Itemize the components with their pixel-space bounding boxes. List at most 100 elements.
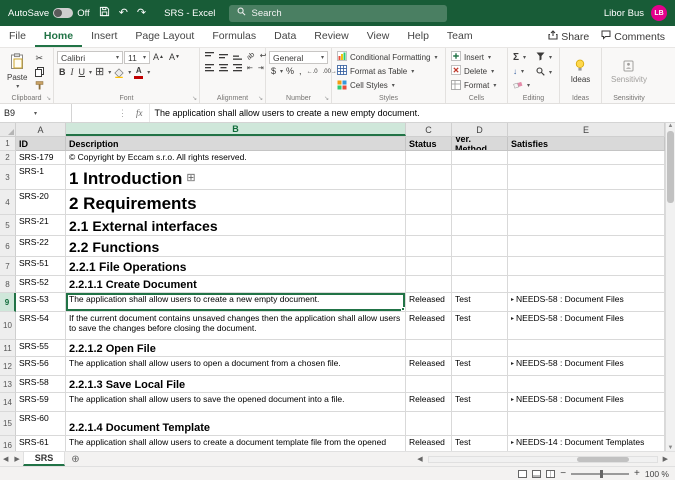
cell-description[interactable]: If the current document contains unsaved… (66, 312, 406, 340)
format-painter-icon[interactable] (33, 80, 46, 91)
avatar[interactable]: LB (651, 5, 667, 21)
number-dialog-launcher[interactable]: ↘ (324, 95, 329, 102)
underline-button[interactable]: U (77, 67, 88, 78)
tab-help[interactable]: Help (398, 26, 438, 47)
cell-ver-method[interactable]: Test (452, 357, 508, 376)
header-cell-C1[interactable]: Status (406, 137, 452, 151)
cell-ver-method[interactable] (452, 412, 508, 436)
font-name-select[interactable]: Calibri▾ (57, 51, 123, 64)
cell-ver-method[interactable] (452, 257, 508, 276)
header-cell-E1[interactable]: Satisfies (508, 137, 665, 151)
expand-icon[interactable]: ▸ (511, 358, 514, 369)
cell-id[interactable]: SRS-54 (16, 312, 66, 340)
decrease-font-icon[interactable]: A▼ (167, 52, 182, 63)
cell-description[interactable]: 2.1 External interfaces (66, 215, 406, 236)
cell-ver-method[interactable] (452, 190, 508, 215)
cell-id[interactable]: SRS-61 (16, 436, 66, 451)
selected-cell[interactable]: The application shall allow users to cre… (66, 293, 406, 312)
save-icon[interactable] (99, 6, 110, 20)
cell-id[interactable]: SRS-58 (16, 376, 66, 393)
comments-button[interactable]: Comments (601, 30, 665, 43)
cell-description[interactable]: The application shall allow users to cre… (66, 436, 406, 451)
cell-id[interactable]: SRS-51 (16, 257, 66, 276)
delete-cells-button[interactable]: Delete▾ (449, 65, 504, 77)
autosave-switch[interactable] (53, 8, 73, 18)
cell-status[interactable] (406, 151, 452, 165)
find-select-button[interactable]: ▾ (534, 66, 554, 79)
autosave-toggle[interactable]: AutoSave Off (8, 8, 90, 19)
cell-description[interactable]: 1 Introduction⊞ (66, 165, 406, 190)
name-box[interactable]: B9 ▾ (0, 104, 72, 122)
align-center-icon[interactable] (217, 63, 230, 73)
sheet-nav-right-icon[interactable]: ▶ (11, 452, 22, 466)
search-input[interactable]: Search (229, 5, 447, 22)
align-middle-icon[interactable] (217, 51, 230, 61)
conditional-formatting-button[interactable]: Conditional Formatting▾ (335, 51, 442, 63)
insert-function-button[interactable]: fx (130, 104, 150, 122)
formula-input[interactable]: The application shall allow users to cre… (150, 104, 420, 122)
header-cell-A1[interactable]: ID (16, 137, 66, 151)
tab-insert[interactable]: Insert (82, 26, 126, 47)
row-header-1[interactable]: 1 (0, 137, 16, 151)
cell-status[interactable]: Released (406, 436, 452, 451)
cell-status[interactable] (406, 215, 452, 236)
cell-ver-method[interactable] (452, 165, 508, 190)
cell-id[interactable]: SRS-179 (16, 151, 66, 165)
insert-cells-button[interactable]: Insert▾ (449, 51, 504, 63)
sensitivity-button[interactable]: Sensitivity (607, 59, 651, 85)
cell-satisfies[interactable] (508, 257, 665, 276)
hscroll-right-icon[interactable]: ▶ (660, 455, 671, 463)
cell-ver-method[interactable]: Test (452, 312, 508, 340)
row-header-8[interactable]: 8 (0, 276, 16, 293)
decrease-indent-icon[interactable]: ⇤ (245, 64, 255, 73)
cell-status[interactable] (406, 236, 452, 257)
share-button[interactable]: Share (548, 30, 589, 43)
cell-satisfies[interactable] (508, 215, 665, 236)
row-header-15[interactable]: 15 (0, 412, 16, 436)
increase-decimal-icon[interactable]: ←.0 (305, 68, 320, 76)
alignment-dialog-launcher[interactable]: ↘ (258, 95, 263, 102)
cell-id[interactable]: SRS-21 (16, 215, 66, 236)
row-header-9[interactable]: 9 (0, 293, 16, 312)
tab-home[interactable]: Home (35, 26, 82, 47)
cell-description[interactable]: The application shall allow users to sav… (66, 393, 406, 412)
cell-id[interactable]: SRS-56 (16, 357, 66, 376)
cell-status[interactable]: Released (406, 312, 452, 340)
format-cells-button[interactable]: Format▾ (449, 80, 504, 92)
accounting-format-icon[interactable]: $ (269, 66, 278, 77)
tab-file[interactable]: File (0, 26, 35, 47)
horizontal-scroll-thumb[interactable] (577, 457, 629, 462)
cell-description[interactable]: 2.2.1.3 Save Local File (66, 376, 406, 393)
cell-ver-method[interactable] (452, 215, 508, 236)
zoom-level[interactable]: 100 % (645, 469, 669, 479)
paste-button[interactable]: Paste ▾ (3, 51, 31, 92)
column-header-E[interactable]: E (508, 123, 665, 136)
row-header-4[interactable]: 4 (0, 190, 16, 215)
vertical-scroll-track[interactable] (666, 129, 675, 445)
redo-icon[interactable]: ↷ (137, 8, 146, 19)
cell-ver-method[interactable] (452, 340, 508, 357)
page-break-view-icon[interactable] (546, 470, 555, 478)
comma-format-icon[interactable]: , (297, 66, 304, 77)
cell-description[interactable]: 2.2.1.1 Create Document (66, 276, 406, 293)
orientation-icon[interactable]: ab (243, 49, 258, 63)
vertical-scrollbar[interactable]: ▲ ▼ (665, 123, 675, 451)
tab-view[interactable]: View (358, 26, 399, 47)
font-dialog-launcher[interactable]: ↘ (192, 95, 197, 102)
row-header-16[interactable]: 16 (0, 436, 16, 451)
expand-icon[interactable]: ▸ (511, 294, 514, 305)
cell-satisfies[interactable]: ▸NEEDS-58 : Document Files (508, 393, 665, 412)
cell-satisfies[interactable]: ▸NEEDS-14 : Document Templates (508, 436, 665, 451)
fill-handle[interactable] (401, 307, 405, 311)
cell-ver-method[interactable] (452, 376, 508, 393)
row-header-7[interactable]: 7 (0, 257, 16, 276)
zoom-in-button[interactable]: + (634, 469, 640, 479)
cell-status[interactable]: Released (406, 393, 452, 412)
format-as-table-button[interactable]: Format as Table▾ (335, 65, 442, 77)
row-header-13[interactable]: 13 (0, 376, 16, 393)
vertical-scroll-thumb[interactable] (667, 131, 674, 203)
sheet-tab-srs[interactable]: SRS (23, 452, 66, 466)
select-all-button[interactable] (0, 123, 16, 136)
zoom-out-button[interactable]: − (560, 469, 566, 479)
cell-satisfies[interactable] (508, 340, 665, 357)
